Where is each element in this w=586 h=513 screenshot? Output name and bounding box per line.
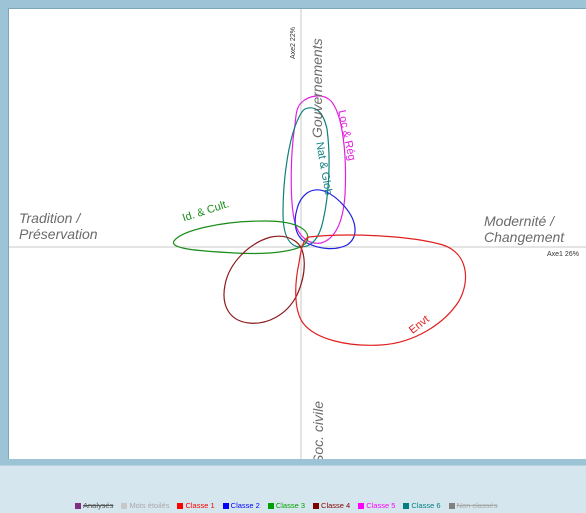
legend-item-7[interactable]: Classe 6 [403, 501, 441, 510]
axis-left-title-line2: Préservation [19, 226, 98, 242]
legend-item-4[interactable]: Classe 3 [267, 501, 306, 510]
legend-swatch-icon [75, 502, 81, 509]
legend-swatch-icon [267, 502, 274, 509]
axis-left-title: Tradition / Préservation [19, 210, 98, 242]
legend-bar: Analysés Mots étoilés Classe 1 Classe 2 Clas… [0, 465, 586, 513]
legend-row: Analysés Mots étoilés Classe 1 Classe 2 Clas… [75, 501, 497, 510]
axis-left-title-line1: Tradition / [19, 210, 81, 226]
legend-item-3[interactable]: Classe 2 [222, 501, 260, 510]
legend-item-2[interactable]: Classe 1 [177, 501, 215, 510]
legend-swatch-icon [222, 502, 229, 509]
legend-swatch-icon [313, 502, 320, 509]
axis1-name: Axe1 [547, 251, 563, 258]
axis-right-title-line2: Changement [484, 229, 565, 245]
axis-bottom-title: Soc. civile [310, 400, 326, 459]
legend-label: Classe 3 [275, 501, 306, 510]
axis1-label: Axe1 26% [547, 251, 579, 258]
axis1-percent: 26% [564, 251, 579, 258]
legend-item-0[interactable]: Analysés [75, 501, 113, 510]
axis2-label: Axe2 22% [290, 27, 297, 59]
legend-label: Classe 1 [185, 501, 215, 510]
legend-swatch-icon [177, 502, 184, 509]
class1-ellipse [295, 234, 467, 346]
legend-swatch-icon [448, 502, 455, 509]
legend-label: Mots étoilés [129, 501, 170, 510]
legend-item-8[interactable]: Non classés [448, 501, 498, 510]
legend-label: Classe 5 [366, 501, 396, 510]
legend-label: Analysés [83, 501, 114, 510]
legend-swatch-icon [121, 502, 128, 509]
legend-label: Non classés [456, 501, 498, 510]
legend-label: Classe 6 [411, 501, 441, 510]
legend-label: Classe 4 [321, 501, 351, 510]
legend-item-5[interactable]: Classe 4 [313, 501, 350, 510]
legend-swatch-icon [403, 502, 410, 509]
axis-right-title-line1: Modernité / [484, 213, 555, 229]
legend-swatch-icon [358, 502, 365, 509]
axis2-name: Axe2 [290, 43, 297, 59]
factorial-plot-panel: Tradition / Préservation Modernité / Cha… [8, 8, 586, 459]
legend-item-6[interactable]: Classe 5 [358, 501, 395, 510]
legend-item-1[interactable]: Mots étoilés [121, 501, 169, 510]
axis-top-title: Gouvernements [309, 38, 325, 138]
axis2-percent: 22% [290, 27, 297, 42]
axis-right-title: Modernité / Changement [484, 213, 564, 245]
class2-ellipse [294, 189, 356, 250]
legend-label: Classe 2 [230, 501, 260, 510]
